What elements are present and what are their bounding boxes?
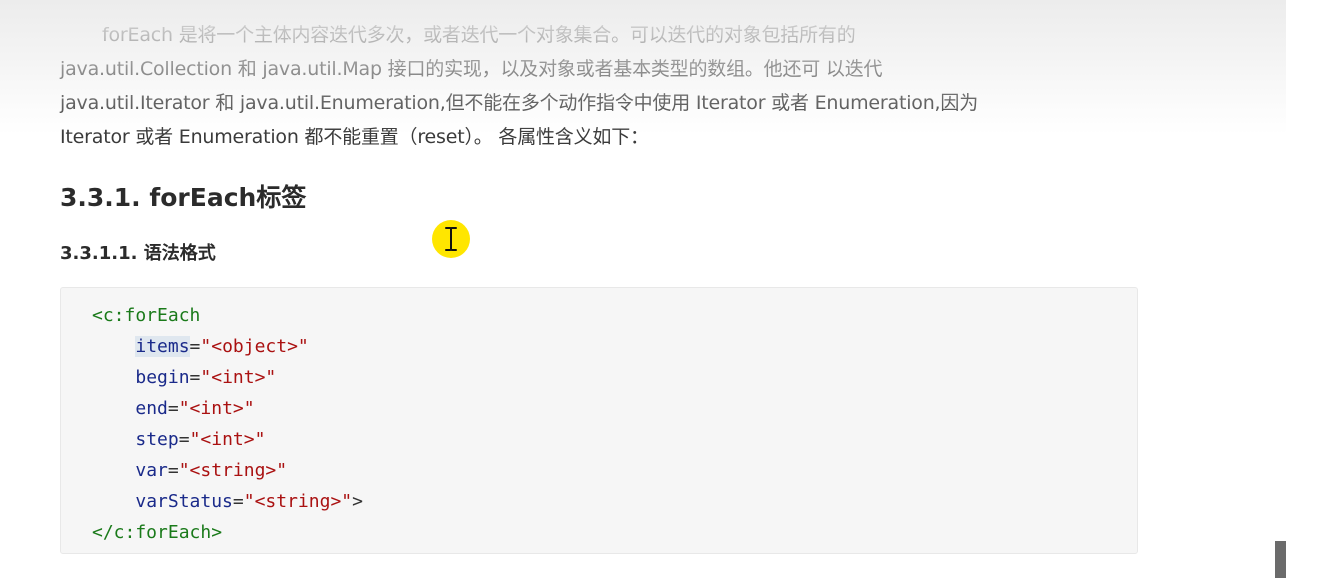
code-attr-value: "<object>" [200, 336, 309, 357]
code-line-close: </c:forEach> [92, 517, 1137, 548]
code-line-attr: step="<int>" [135, 429, 266, 450]
intro-line-1: forEach 是将一个主体内容迭代多次，或者迭代一个对象集合。可以迭代的对象包… [102, 24, 856, 46]
code-attr-name: end [135, 398, 168, 419]
code-close-tag: </c:forEach> [92, 522, 223, 543]
side-pane [1286, 0, 1319, 578]
subsection-heading: 3.3.1.1. 语法格式 [60, 243, 216, 264]
text-cursor-icon [432, 220, 470, 258]
code-attr-value: "<string>" [178, 460, 288, 481]
code-line-attr: end="<int>" [135, 398, 255, 419]
code-attr-value: "<string>" [243, 491, 353, 512]
code-block[interactable]: <c:forEach items="<object>" begin="<int>… [60, 287, 1138, 554]
code-line-attr: var="<string>" [135, 460, 288, 481]
code-attr-value: "<int>" [200, 367, 277, 388]
code-line-attr: items="<object>" [135, 336, 309, 357]
code-attr-name: var [135, 460, 168, 481]
intro-line-3: java.util.Iterator 和 java.util.Enumerati… [60, 92, 978, 114]
document-viewport: forEach 是将一个主体内容迭代多次，或者迭代一个对象集合。可以迭代的对象包… [0, 0, 1319, 578]
scrollbar-thumb[interactable] [1275, 541, 1286, 578]
section-heading: 3.3.1. forEach标签 [60, 183, 307, 212]
i-beam-glyph [445, 227, 457, 251]
code-open-tag: <c:forEach [92, 305, 201, 326]
intro-paragraph: forEach 是将一个主体内容迭代多次，或者迭代一个对象集合。可以迭代的对象包… [60, 18, 1140, 154]
code-line-open: <c:forEach [92, 300, 1137, 331]
code-attr-value: "<int>" [178, 398, 255, 419]
code-attr-name: begin [135, 367, 190, 388]
intro-line-4: Iterator 或者 Enumeration 都不能重置（reset）。 各属… [60, 126, 649, 148]
intro-line-2: java.util.Collection 和 java.util.Map 接口的… [60, 58, 883, 80]
code-attr-name: step [135, 429, 179, 450]
article-content: forEach 是将一个主体内容迭代多次，或者迭代一个对象集合。可以迭代的对象包… [60, 18, 1140, 554]
code-close-bracket: > [352, 491, 363, 512]
code-attr-name: items [135, 336, 190, 357]
code-line-attr: begin="<int>" [135, 367, 277, 388]
code-line-attr: varStatus="<string>"> [135, 491, 363, 512]
code-attr-value: "<int>" [189, 429, 266, 450]
code-attr-name: varStatus [135, 491, 233, 512]
